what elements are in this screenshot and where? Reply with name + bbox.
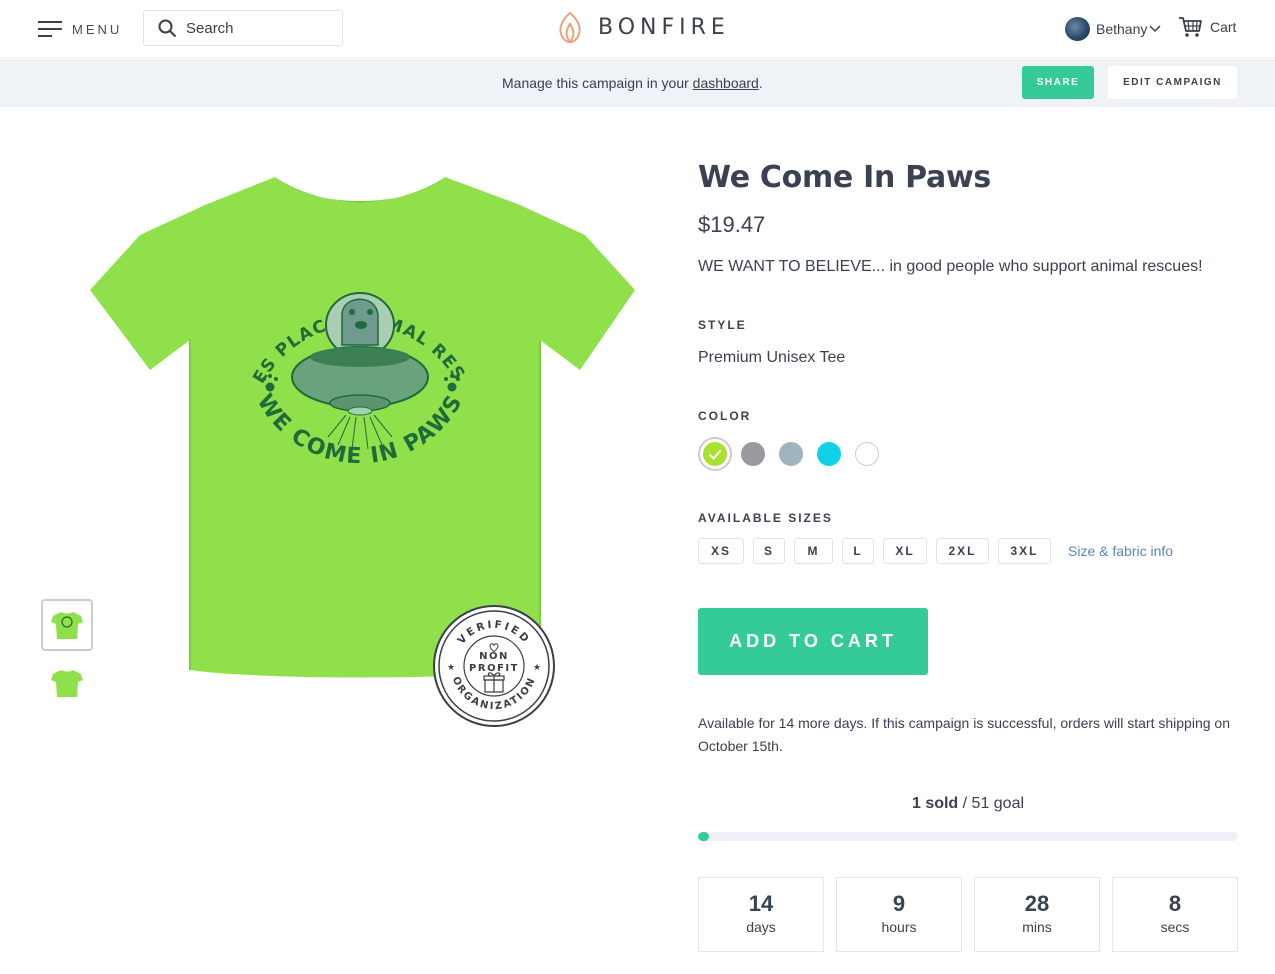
avatar bbox=[1065, 17, 1090, 41]
checkmark-icon bbox=[708, 449, 722, 460]
countdown-unit: mins bbox=[1022, 919, 1052, 935]
countdown-value: 14 bbox=[748, 891, 774, 916]
size-option-xl[interactable]: XL bbox=[883, 538, 927, 564]
color-swatch-white[interactable] bbox=[855, 442, 879, 466]
menu-button[interactable]: MENU bbox=[38, 16, 122, 42]
countdown-value: 8 bbox=[1168, 891, 1182, 916]
style-label: STYLE bbox=[698, 318, 747, 332]
sizes-label: AVAILABLE SIZES bbox=[698, 511, 833, 525]
countdown-mins: 28 mins bbox=[974, 877, 1100, 952]
size-option-3xl[interactable]: 3XL bbox=[998, 538, 1051, 564]
manage-campaign-bar: Manage this campaign in your dashboard. … bbox=[0, 59, 1275, 107]
color-swatches bbox=[698, 437, 893, 471]
color-swatch-light-blue-grey[interactable] bbox=[779, 442, 803, 466]
size-option-xs[interactable]: XS bbox=[698, 538, 744, 564]
sold-goal: / 51 goal bbox=[958, 795, 1025, 812]
manage-text-before: Manage this campaign in your bbox=[502, 75, 693, 91]
size-option-s[interactable]: S bbox=[753, 538, 785, 564]
style-value: Premium Unisex Tee bbox=[698, 349, 846, 366]
share-button[interactable]: SHARE bbox=[1022, 66, 1094, 99]
countdown-value: 28 bbox=[1024, 891, 1050, 916]
size-option-m[interactable]: M bbox=[794, 538, 833, 564]
add-to-cart-button[interactable]: ADD TO CART bbox=[698, 608, 928, 675]
size-fabric-info-link[interactable]: Size & fabric info bbox=[1068, 543, 1173, 559]
size-options: XS S M L XL 2XL 3XL Size & fabric info bbox=[698, 538, 1173, 564]
countdown-unit: days bbox=[746, 919, 776, 935]
campaign-progress-bar bbox=[698, 832, 1238, 841]
sold-summary: 1 sold / 51 goal bbox=[698, 795, 1238, 813]
cart-link[interactable]: Cart bbox=[1178, 16, 1236, 38]
user-name: Bethany bbox=[1096, 21, 1148, 37]
product-title: We Come In Paws bbox=[698, 160, 991, 195]
countdown-hours: 9 hours bbox=[836, 877, 962, 952]
manage-text-after: . bbox=[758, 75, 763, 91]
verified-nonprofit-badge: VERIFIED ORGANIZATION ★ ★ NON PROFIT bbox=[432, 604, 556, 728]
badge-line2: PROFIT bbox=[469, 663, 519, 674]
badge-line1: NON bbox=[479, 651, 509, 662]
dashboard-link[interactable]: dashboard bbox=[693, 75, 759, 91]
countdown-timer: 14 days 9 hours 28 mins 8 secs bbox=[698, 877, 1250, 952]
menu-label: MENU bbox=[72, 21, 123, 37]
flame-logo-icon bbox=[559, 11, 581, 44]
size-option-l[interactable]: L bbox=[842, 538, 874, 564]
manage-message: Manage this campaign in your dashboard. bbox=[502, 75, 763, 91]
color-label: COLOR bbox=[698, 409, 752, 423]
countdown-unit: hours bbox=[881, 919, 917, 935]
brand-name: BONFIRE bbox=[598, 15, 730, 40]
countdown-secs: 8 secs bbox=[1112, 877, 1238, 952]
color-swatch-grey[interactable] bbox=[741, 442, 765, 466]
cart-icon bbox=[1179, 17, 1202, 37]
top-header: MENU BONFIRE Bethany Cart bbox=[0, 0, 1275, 58]
svg-text:★: ★ bbox=[447, 662, 455, 672]
sold-count: 1 sold bbox=[911, 795, 959, 812]
hamburger-icon bbox=[38, 21, 62, 37]
availability-text: Available for 14 more days. If this camp… bbox=[698, 715, 1230, 754]
thumbnail-back[interactable] bbox=[41, 657, 93, 709]
color-swatch-neon-green[interactable] bbox=[698, 437, 732, 471]
chevron-down-icon bbox=[1149, 25, 1161, 33]
tshirt-thumbnail-icon bbox=[51, 612, 83, 639]
size-option-2xl[interactable]: 2XL bbox=[936, 538, 989, 564]
countdown-unit: secs bbox=[1160, 919, 1190, 935]
product-image: ODIES PLACE ANIMAL RESCUE WE COME IN PAW… bbox=[72, 150, 640, 685]
product-price: $19.47 bbox=[698, 212, 766, 237]
svg-text:★: ★ bbox=[533, 662, 541, 672]
search-box[interactable] bbox=[143, 10, 343, 46]
countdown-value: 9 bbox=[892, 891, 906, 916]
swatch-fill bbox=[703, 442, 727, 466]
user-menu[interactable]: Bethany bbox=[1065, 17, 1161, 41]
thumbnail-front[interactable] bbox=[41, 599, 93, 651]
tshirt-thumbnail-icon bbox=[51, 670, 83, 697]
product-description: WE WANT TO BELIEVE... in good people who… bbox=[698, 258, 1203, 275]
cart-label: Cart bbox=[1210, 19, 1237, 35]
search-icon bbox=[158, 19, 177, 37]
search-input[interactable] bbox=[186, 19, 336, 37]
color-swatch-cyan[interactable] bbox=[817, 442, 841, 466]
progress-fill bbox=[698, 832, 709, 841]
tshirt-image: ODIES PLACE ANIMAL RESCUE WE COME IN PAW… bbox=[72, 150, 635, 678]
edit-campaign-button[interactable]: EDIT CAMPAIGN bbox=[1108, 66, 1237, 99]
bonfire-logo[interactable]: BONFIRE bbox=[556, 11, 730, 44]
countdown-days: 14 days bbox=[698, 877, 824, 952]
